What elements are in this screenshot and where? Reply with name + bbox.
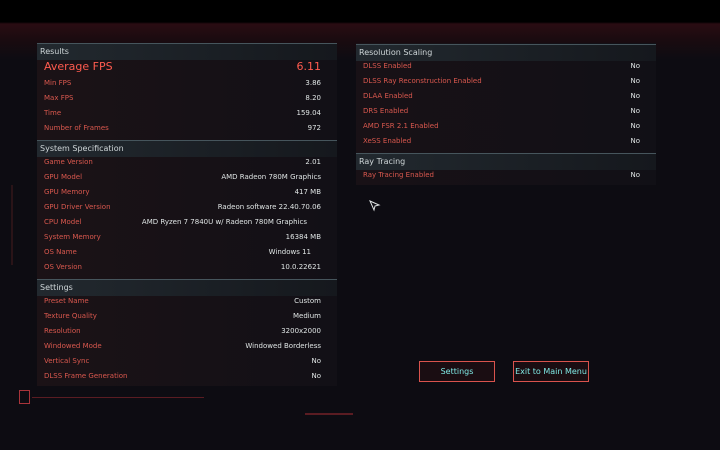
result-value: 159.04: [296, 109, 322, 117]
setting-label: Texture Quality: [44, 312, 97, 320]
hud-line: [32, 397, 204, 398]
result-value: 8.20: [305, 94, 321, 102]
system-label: Game Version: [44, 158, 93, 166]
resolution-value: No: [630, 62, 640, 70]
resolution-label: DLAA Enabled: [363, 92, 413, 100]
system-label: System Memory: [44, 233, 101, 241]
settings-row: Vertical Sync No: [37, 354, 337, 369]
system-label: CPU Model: [44, 218, 82, 226]
hud-bottom-mark: [305, 413, 353, 415]
system-row: CPU Model AMD Ryzen 7 7840U w/ Radeon 78…: [37, 215, 337, 230]
setting-label: DLSS Frame Generation: [44, 372, 128, 380]
setting-label: Preset Name: [44, 297, 89, 305]
system-label: OS Name: [44, 248, 77, 256]
setting-value: 3200x2000: [281, 327, 321, 335]
result-value: 3.86: [305, 79, 321, 87]
resolution-scaling-row: DLSS Enabled No: [356, 59, 656, 74]
average-fps-label: Average FPS: [44, 60, 113, 73]
system-row: Game Version 2.01: [37, 155, 337, 170]
system-label: OS Version: [44, 263, 82, 271]
results-header: Results: [37, 43, 337, 60]
resolution-scaling-row: AMD FSR 2.1 Enabled No: [356, 119, 656, 134]
result-value: 972: [307, 124, 321, 132]
result-label: Time: [44, 109, 62, 117]
resolution-label: DLSS Ray Reconstruction Enabled: [363, 77, 482, 85]
exit-to-main-menu-button[interactable]: Exit to Main Menu: [513, 361, 589, 382]
setting-value: No: [311, 357, 321, 365]
setting-label: Vertical Sync: [44, 357, 90, 365]
system-value: Windows 11: [268, 248, 311, 256]
resolution-value: No: [630, 107, 640, 115]
system-value: Radeon software 22.40.70.06: [217, 203, 321, 211]
setting-value: Windowed Borderless: [245, 342, 321, 350]
ray-tracing-value: No: [630, 171, 640, 179]
setting-label: Windowed Mode: [44, 342, 102, 350]
system-value: 417 MB: [294, 188, 321, 196]
system-row: GPU Memory 417 MB: [37, 185, 337, 200]
settings-row: Texture Quality Medium: [37, 309, 337, 324]
average-fps-value: 6.11: [296, 60, 322, 73]
resolution-scaling-row: DLAA Enabled No: [356, 89, 656, 104]
setting-label: Resolution: [44, 327, 81, 335]
system-label: GPU Driver Version: [44, 203, 111, 211]
resolution-value: No: [630, 137, 640, 145]
system-value: AMD Radeon 780M Graphics: [221, 173, 321, 181]
settings-row: Windowed Mode Windowed Borderless: [37, 339, 337, 354]
results-row: Max FPS 8.20: [37, 91, 337, 106]
resolution-scaling-row: XeSS Enabled No: [356, 134, 656, 149]
resolution-value: No: [630, 92, 640, 100]
system-value: 10.0.22621: [280, 263, 321, 271]
hud-side-mark: [11, 185, 13, 265]
resolution-label: XeSS Enabled: [363, 137, 412, 145]
result-label: Max FPS: [44, 94, 74, 102]
settings-row: DLSS Frame Generation No: [37, 369, 337, 384]
mouse-cursor-icon: [369, 200, 381, 212]
resolution-scaling-row: DRS Enabled No: [356, 104, 656, 119]
result-label: Min FPS: [44, 79, 72, 87]
settings-button[interactable]: Settings: [419, 361, 495, 382]
resolution-label: AMD FSR 2.1 Enabled: [363, 122, 439, 130]
setting-value: Custom: [294, 297, 321, 305]
system-row: GPU Model AMD Radeon 780M Graphics: [37, 170, 337, 185]
system-row: OS Name Windows 11: [37, 245, 337, 260]
system-value: 16384 MB: [285, 233, 321, 241]
ray-tracing-label: Ray Tracing Enabled: [363, 171, 434, 179]
ray-tracing-row: Ray Tracing Enabled No: [356, 168, 656, 183]
right-panel: Resolution Scaling DLSS Enabled No DLSS …: [356, 44, 656, 186]
resolution-label: DLSS Enabled: [363, 62, 412, 70]
system-row: OS Version 10.0.22621: [37, 260, 337, 275]
system-label: GPU Memory: [44, 188, 90, 196]
left-panel: Results Average FPS 6.11 Min FPS 3.86 Ma…: [37, 43, 337, 388]
resolution-label: DRS Enabled: [363, 107, 409, 115]
resolution-value: No: [630, 77, 640, 85]
setting-value: Medium: [293, 312, 321, 320]
system-row: GPU Driver Version Radeon software 22.40…: [37, 200, 337, 215]
system-row: System Memory 16384 MB: [37, 230, 337, 245]
resolution-scaling-row: DLSS Ray Reconstruction Enabled No: [356, 74, 656, 89]
system-value: AMD Ryzen 7 7840U w/ Radeon 780M Graphic…: [141, 218, 307, 226]
results-row: Number of Frames 972: [37, 121, 337, 136]
system-label: GPU Model: [44, 173, 83, 181]
results-row: Min FPS 3.86: [37, 76, 337, 91]
results-row: Time 159.04: [37, 106, 337, 121]
settings-row: Resolution 3200x2000: [37, 324, 337, 339]
average-fps-row: Average FPS 6.11: [37, 59, 337, 75]
result-label: Number of Frames: [44, 124, 109, 132]
system-value: 2.01: [305, 158, 321, 166]
hud-logo-icon: [19, 390, 30, 404]
setting-value: No: [311, 372, 321, 380]
settings-row: Preset Name Custom: [37, 294, 337, 309]
resolution-value: No: [630, 122, 640, 130]
